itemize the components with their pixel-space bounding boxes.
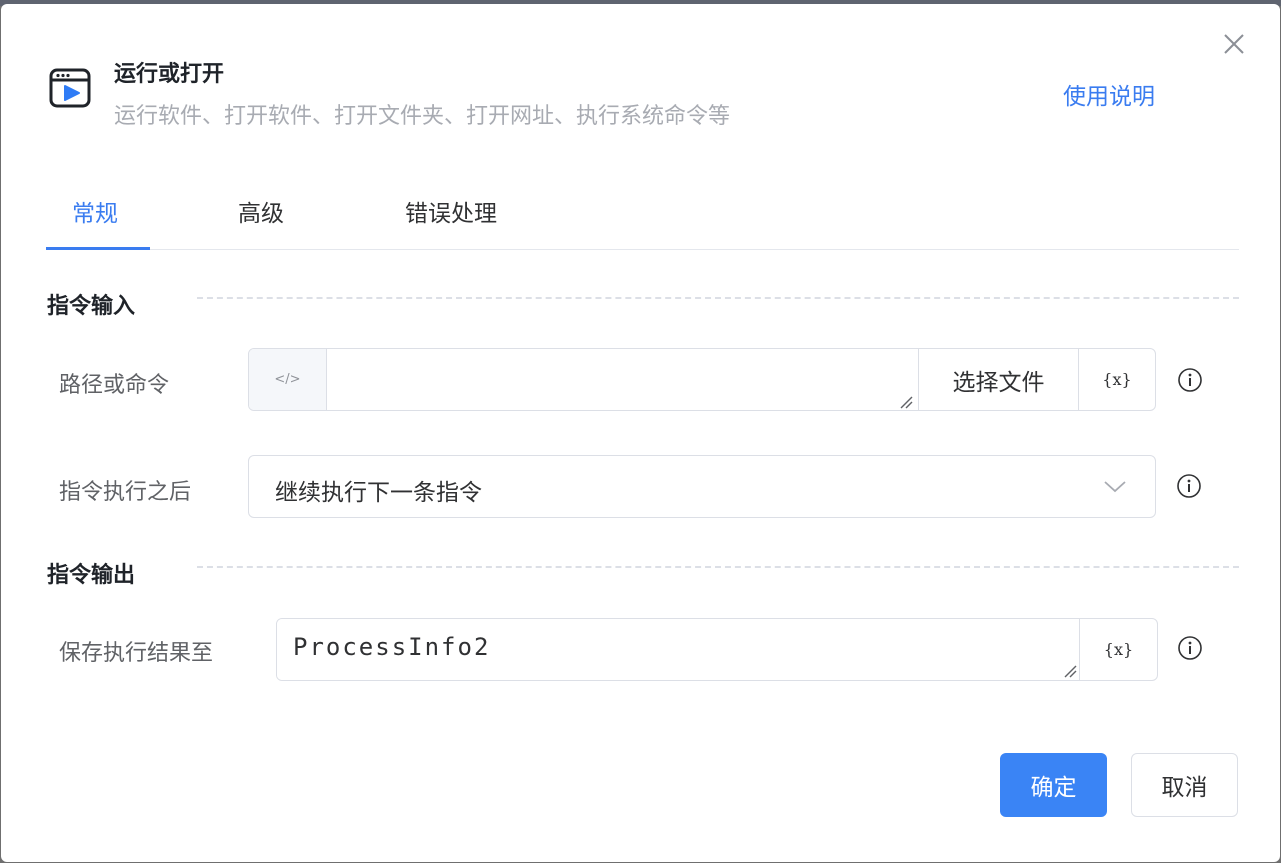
path-input[interactable]	[327, 349, 918, 410]
path-resize-grip-icon[interactable]	[899, 394, 913, 409]
dialog-title: 运行或打开	[114, 62, 225, 87]
save-result-input-group: ProcessInfo2 {x}	[276, 618, 1158, 681]
confirm-button[interactable]: 确定	[1000, 753, 1107, 817]
active-tab-indicator	[46, 247, 150, 250]
save-result-input[interactable]: ProcessInfo2	[277, 619, 1079, 680]
tab-error-handling[interactable]: 错误处理	[405, 194, 497, 228]
section-title-input: 指令输入	[47, 294, 136, 319]
after-exec-label: 指令执行之后	[59, 480, 192, 505]
save-result-info-icon[interactable]	[1177, 635, 1203, 661]
run-window-play-icon	[48, 66, 92, 110]
section-divider-input	[197, 297, 1239, 299]
path-input-group: </> 选择文件 {x}	[248, 348, 1156, 411]
section-title-output: 指令输出	[47, 563, 136, 588]
save-result-resize-grip-icon[interactable]	[1063, 663, 1077, 678]
variable-insert-button[interactable]: {x}	[1079, 619, 1157, 680]
tab-bar: 常规 高级 错误处理	[46, 178, 1239, 250]
after-exec-select[interactable]: 继续执行下一条指令	[248, 455, 1156, 518]
tab-advanced[interactable]: 高级	[238, 194, 284, 228]
code-mode-toggle-icon[interactable]: </>	[249, 349, 327, 410]
after-exec-info-icon[interactable]	[1176, 473, 1202, 499]
variable-insert-button[interactable]: {x}	[1078, 349, 1155, 410]
run-or-open-dialog: 运行或打开 运行软件、打开软件、打开文件夹、打开网址、执行系统命令等 使用说明 …	[1, 4, 1280, 862]
chevron-down-icon	[1103, 478, 1127, 498]
help-link[interactable]: 使用说明	[1063, 77, 1155, 111]
tab-general[interactable]: 常规	[72, 194, 118, 228]
section-divider-output	[197, 566, 1239, 568]
path-label: 路径或命令	[59, 373, 170, 398]
cancel-button[interactable]: 取消	[1131, 753, 1238, 817]
dialog-subtitle: 运行软件、打开软件、打开文件夹、打开网址、执行系统命令等	[114, 104, 731, 129]
path-info-icon[interactable]	[1177, 367, 1203, 393]
select-file-button[interactable]: 选择文件	[918, 349, 1078, 410]
after-exec-selected-value: 继续执行下一条指令	[275, 480, 482, 506]
close-icon[interactable]	[1220, 30, 1248, 58]
save-result-label: 保存执行结果至	[59, 641, 214, 666]
